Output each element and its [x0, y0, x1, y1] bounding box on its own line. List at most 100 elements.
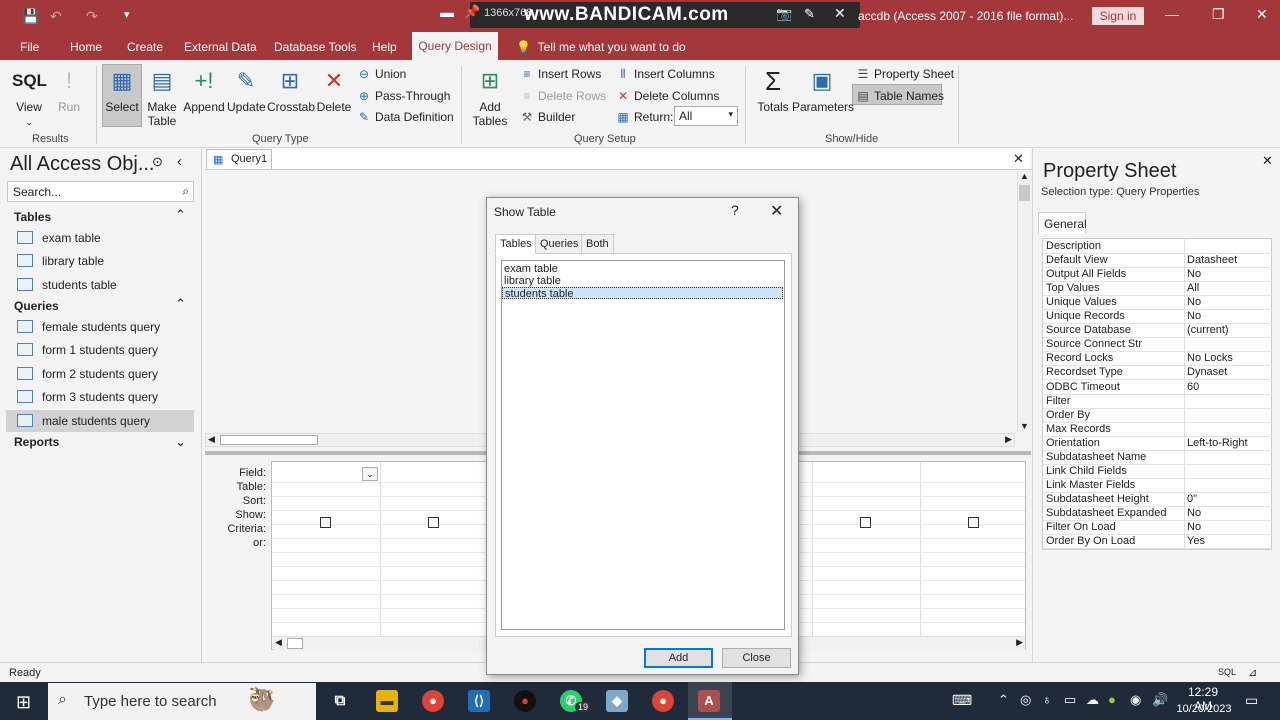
property-row[interactable]: Source Connect Str — [1043, 338, 1272, 353]
crosstab-button[interactable]: ⊞ Crosstab — [267, 66, 315, 114]
customize-toolbar-icon[interactable]: ▾ — [124, 8, 130, 21]
property-row[interactable]: Source Database (current) — [1043, 324, 1272, 339]
property-value[interactable]: (current) — [1187, 324, 1229, 337]
tray-icon[interactable]: ♁ — [1042, 692, 1052, 707]
design-view-shortcut-icon[interactable]: ⊿ — [1248, 666, 1257, 679]
property-value[interactable]: No — [1187, 310, 1201, 323]
close-button[interactable]: Close — [722, 648, 791, 668]
table-pane-vertical-scrollbar[interactable]: ▲ ▼ — [1017, 171, 1031, 431]
property-row[interactable]: Unique Records No — [1043, 310, 1272, 325]
volume-icon[interactable]: 🔊 — [1152, 692, 1168, 708]
dialog-help-button[interactable]: ? — [731, 202, 739, 218]
network-icon[interactable]: ◉ — [1130, 692, 1141, 708]
cloud-icon[interactable]: ☁ — [1086, 692, 1099, 708]
overlay-close-icon[interactable]: ✕ — [834, 5, 846, 22]
table-names-button[interactable]: ▤ Table Names — [856, 89, 944, 103]
nav-item-female-students-query[interactable]: female students query — [6, 316, 194, 338]
nav-item-students-table[interactable]: students table — [6, 274, 194, 296]
delete-columns-button[interactable]: ✕ Delete Columns — [616, 89, 719, 103]
property-row[interactable]: ODBC Timeout 60 — [1043, 381, 1272, 395]
make-table-button[interactable]: ▤ Make Table — [144, 66, 180, 128]
property-value[interactable]: Datasheet — [1187, 254, 1237, 267]
parameters-button[interactable]: ▣ Parameters — [792, 66, 854, 114]
close-window-icon[interactable]: ✕ — [1256, 6, 1268, 23]
property-row[interactable]: Output All Fields No — [1043, 268, 1272, 283]
property-value[interactable]: 0" — [1187, 493, 1197, 506]
dialog-tab-tables[interactable]: Tables — [495, 234, 537, 254]
minimize-icon[interactable]: — — [1165, 6, 1179, 22]
data-definition-button[interactable]: ✎ Data Definition — [357, 110, 454, 124]
menu-create[interactable]: Create — [127, 40, 163, 54]
table-list[interactable] — [501, 260, 785, 630]
show-checkbox[interactable] — [968, 517, 979, 528]
tab-query1[interactable]: ▦ Query1 — [206, 149, 272, 169]
app-icon[interactable]: ◆ — [606, 690, 628, 712]
property-row[interactable]: Link Child Fields — [1043, 465, 1272, 479]
camera-icon[interactable]: 📷 — [776, 6, 792, 22]
update-button[interactable]: ✎ Update — [227, 66, 266, 114]
property-value[interactable]: Dynaset — [1187, 366, 1227, 379]
property-row[interactable]: Default View Datasheet — [1043, 254, 1272, 269]
sql-view-button[interactable]: SQL View ⌄ — [12, 66, 47, 129]
close-document-icon[interactable]: ✕ — [1013, 151, 1024, 167]
nav-section-tables[interactable]: Tables — [14, 210, 51, 224]
property-value[interactable]: Left-to-Right — [1187, 437, 1248, 450]
menu-home[interactable]: Home — [70, 40, 102, 54]
clock-date[interactable]: 10/20/2023 — [1176, 703, 1232, 715]
pin-icon[interactable]: 📌 — [464, 4, 480, 20]
nav-title[interactable]: All Access Obj... — [10, 153, 155, 176]
select-query-button[interactable]: ▦ Select — [104, 66, 140, 114]
sql-view-shortcut[interactable]: SQL — [1218, 667, 1236, 677]
property-row[interactable]: Top Values All — [1043, 282, 1272, 297]
totals-button[interactable]: Σ Totals — [756, 66, 790, 114]
file-explorer-icon[interactable]: ▬ — [376, 690, 398, 712]
scroll-thumb[interactable] — [1019, 185, 1030, 201]
show-checkbox[interactable] — [428, 517, 439, 528]
chevron-up-icon[interactable]: ⌃ — [175, 207, 186, 223]
insert-columns-button[interactable]: ⫴ Insert Columns — [616, 67, 714, 82]
property-row[interactable]: Filter On Load No — [1043, 521, 1272, 535]
property-value[interactable]: Yes — [1187, 535, 1205, 548]
minimize-overlay-icon[interactable]: ▬ — [440, 4, 454, 20]
scroll-right-icon[interactable]: ▶ — [1005, 434, 1012, 445]
show-hidden-icons[interactable]: ⌃ — [998, 692, 1009, 708]
keyboard-icon[interactable]: ⌨ — [952, 692, 972, 709]
scroll-up-icon[interactable]: ▲ — [1020, 171, 1029, 181]
battery-icon[interactable]: ▭ — [1064, 692, 1076, 708]
scroll-thumb[interactable] — [287, 638, 303, 649]
restore-icon[interactable]: ❐ — [1212, 6, 1225, 23]
property-row[interactable]: Orientation Left-to-Right — [1043, 437, 1272, 451]
append-button[interactable]: +! Append — [183, 66, 225, 114]
taskbar-search-input[interactable]: ⌕ Type here to search 🦥 — [48, 683, 316, 720]
chevron-up-icon[interactable]: ⌃ — [175, 296, 186, 312]
list-item-students-table[interactable]: students table — [502, 287, 783, 300]
return-select[interactable]: All ▾ — [674, 106, 738, 126]
nav-item-form2-students-query[interactable]: form 2 students query — [6, 363, 194, 385]
chevron-down-icon[interactable]: ⌄ — [175, 434, 186, 450]
field-dropdown-icon[interactable]: ⌄ — [362, 467, 378, 481]
pass-through-button[interactable]: ⊕ Pass-Through — [357, 89, 450, 103]
windows-start-icon[interactable]: ⊞ — [16, 692, 31, 713]
pencil-icon[interactable]: ✎ — [804, 6, 815, 22]
property-row[interactable]: Unique Values No — [1043, 296, 1272, 311]
property-sheet-button[interactable]: ☰ Property Sheet — [856, 67, 954, 81]
chrome-profile-icon[interactable]: ● — [652, 690, 674, 712]
nav-search-input[interactable]: Search... ⌕ — [7, 181, 194, 202]
scroll-left-icon[interactable]: ◀ — [208, 434, 215, 445]
add-tables-button[interactable]: ⊞ Add Tables — [470, 66, 510, 128]
dialog-tab-queries[interactable]: Queries — [535, 234, 584, 254]
sign-in-button[interactable]: Sign in — [1092, 7, 1144, 25]
nav-section-reports[interactable]: Reports — [14, 435, 59, 449]
tab-general[interactable]: General — [1038, 212, 1087, 234]
property-row[interactable]: Filter — [1043, 395, 1272, 409]
scroll-left-icon[interactable]: ◀ — [275, 637, 282, 648]
union-button[interactable]: ⊖ Union — [357, 67, 406, 81]
tell-me-search[interactable]: 💡 Tell me what you want to do — [516, 40, 686, 54]
property-value[interactable]: No — [1187, 296, 1201, 309]
delete-rows-button[interactable]: ≡ Delete Rows — [520, 89, 606, 103]
menu-external-data[interactable]: External Data — [184, 40, 257, 54]
scroll-thumb[interactable] — [220, 435, 318, 445]
nav-item-male-students-query[interactable]: male students query — [6, 410, 194, 432]
add-button[interactable]: Add — [644, 648, 713, 668]
run-button[interactable]: ! Run — [54, 66, 84, 114]
